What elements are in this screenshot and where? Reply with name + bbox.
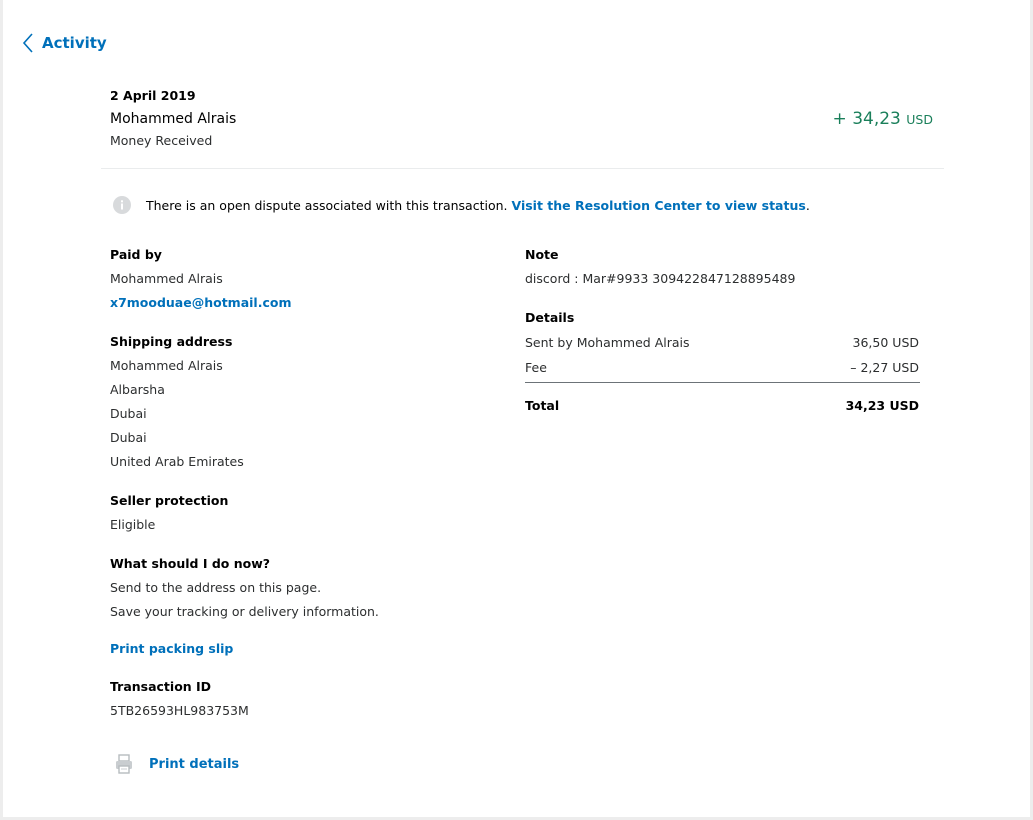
what-now-line: Send to the address on this page. — [110, 580, 322, 595]
detail-row-label: Fee — [525, 360, 547, 375]
counterparty-name: Mohammed Alrais — [110, 111, 237, 127]
shipping-line: Dubai — [110, 406, 147, 421]
note-label: Note — [525, 247, 559, 262]
what-now-label: What should I do now? — [110, 556, 271, 571]
detail-row-value: – 2,27 USD — [850, 360, 919, 375]
total-value: 34,23 USD — [845, 398, 919, 413]
shipping-address-label: Shipping address — [110, 334, 233, 349]
dispute-notice-text: There is an open dispute associated with… — [146, 198, 810, 213]
shipping-line: Albarsha — [110, 382, 165, 397]
paid-by-label: Paid by — [110, 247, 162, 262]
transaction-card: Activity 2 April 2019 Mohammed Alrais Mo… — [3, 0, 1030, 817]
shipping-line: Mohammed Alrais — [110, 358, 223, 373]
amount-currency: USD — [906, 112, 933, 127]
detail-row-label: Sent by Mohammed Alrais — [525, 335, 690, 350]
amount-value: + 34,23 — [832, 109, 901, 129]
transaction-amount: + 34,23 USD — [833, 109, 933, 129]
what-now-line: Save your tracking or delivery informati… — [110, 604, 379, 619]
details-label: Details — [525, 310, 575, 325]
shipping-line: Dubai — [110, 430, 147, 445]
print-details-label: Print details — [149, 756, 240, 772]
payer-name: Mohammed Alrais — [110, 271, 223, 286]
info-icon — [113, 196, 131, 214]
back-to-activity-link[interactable]: Activity — [22, 31, 107, 55]
resolution-center-link[interactable]: Visit the Resolution Center to view stat… — [511, 198, 805, 213]
transaction-type: Money Received — [110, 133, 213, 148]
seller-protection-label: Seller protection — [110, 493, 229, 508]
detail-row-value: 36,50 USD — [852, 335, 919, 350]
dispute-notice: There is an open dispute associated with… — [113, 195, 810, 215]
payer-email-link[interactable]: x7mooduae@hotmail.com — [110, 295, 291, 310]
print-packing-slip-link[interactable]: Print packing slip — [110, 641, 233, 656]
shipping-line: United Arab Emirates — [110, 454, 244, 469]
note-value: discord : Mar#9933 309422847128895489 — [525, 271, 796, 286]
transaction-id-label: Transaction ID — [110, 679, 212, 694]
seller-protection-value: Eligible — [110, 517, 156, 532]
print-details-button[interactable]: Print details — [115, 754, 239, 774]
back-label: Activity — [42, 34, 107, 52]
transaction-id-value: 5TB26593HL983753M — [110, 703, 249, 718]
notice-suffix: . — [805, 197, 810, 213]
dispute-message: There is an open dispute associated with… — [146, 197, 508, 213]
header-divider — [101, 168, 944, 169]
transaction-date: 2 April 2019 — [110, 88, 196, 103]
total-divider — [525, 382, 920, 383]
total-label: Total — [525, 398, 560, 413]
printer-icon — [116, 754, 132, 774]
chevron-left-icon — [22, 33, 33, 53]
